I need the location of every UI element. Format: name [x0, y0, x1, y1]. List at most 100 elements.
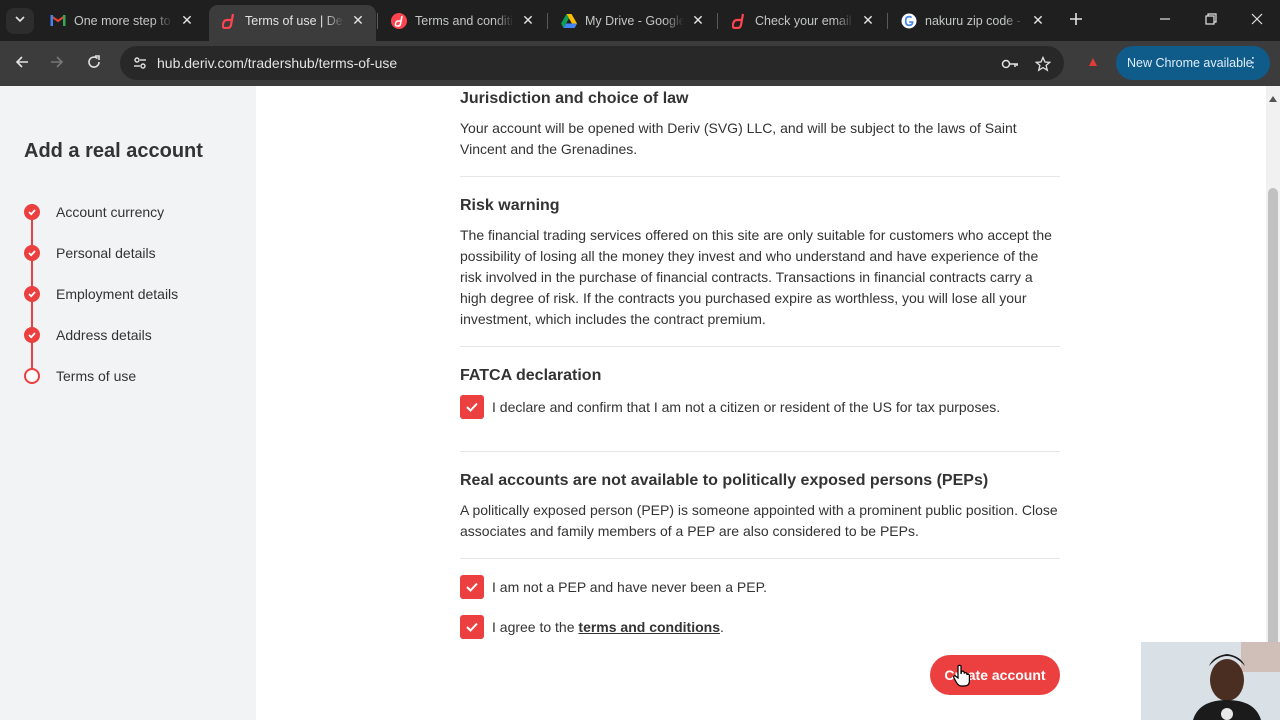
url-text: hub.deriv.com/tradershub/terms-of-use: [157, 55, 397, 71]
divider: [460, 346, 1060, 347]
close-icon[interactable]: ✕: [350, 13, 366, 29]
restore-icon: [1205, 12, 1217, 30]
step-label: Employment details: [56, 286, 178, 302]
step-personal-details: Personal details: [24, 243, 156, 263]
site-settings-icon[interactable]: [129, 52, 151, 74]
back-button[interactable]: [7, 49, 37, 79]
scroll-thumb[interactable]: [1268, 188, 1278, 648]
deriv-icon: [731, 13, 747, 29]
forward-button[interactable]: [42, 49, 72, 79]
circle-icon: [24, 368, 40, 384]
jurisdiction-text: Your account will be opened with Deriv (…: [460, 118, 1060, 160]
tab-title: Terms and conditio: [415, 14, 514, 28]
step-address-details: Address details: [24, 325, 152, 345]
new-tab-button[interactable]: [1064, 8, 1088, 32]
create-account-button[interactable]: Create account: [930, 655, 1060, 695]
fatca-title: FATCA declaration: [460, 367, 601, 385]
terms-suffix: .: [720, 619, 724, 635]
step-label: Account currency: [56, 204, 164, 220]
fatca-checkbox-row[interactable]: I declare and confirm that I am not a ci…: [460, 395, 1000, 419]
tab-terms-and-conditions[interactable]: Terms and conditio ✕: [379, 5, 546, 36]
minimize-button[interactable]: [1142, 0, 1188, 41]
step-employment-details: Employment details: [24, 284, 178, 304]
fatca-label: I declare and confirm that I am not a ci…: [492, 399, 1000, 415]
divider: [460, 558, 1060, 559]
jurisdiction-title: Jurisdiction and choice of law: [460, 90, 688, 108]
tab-check-email[interactable]: Check your email ✕: [719, 5, 886, 36]
close-icon[interactable]: ✕: [179, 13, 195, 29]
hand-cursor-icon: [952, 664, 972, 688]
terms-checkbox-row[interactable]: I agree to the terms and conditions.: [460, 615, 724, 639]
step-account-currency: Account currency: [24, 202, 164, 222]
terms-prefix: I agree to the: [492, 619, 578, 635]
wizard-title: Add a real account: [24, 140, 203, 163]
step-label: Personal details: [56, 245, 156, 261]
arrow-left-icon: [14, 54, 30, 75]
wizard-sidebar: Add a real account Account currency Pers…: [0, 86, 256, 720]
pep-checkbox[interactable]: [460, 575, 484, 599]
fatca-checkbox[interactable]: [460, 395, 484, 419]
tab-title: One more step to c: [74, 14, 173, 28]
reload-button[interactable]: [79, 49, 109, 79]
browser-toolbar: hub.deriv.com/tradershub/terms-of-use Ne…: [0, 41, 1280, 86]
tab-title: Terms of use | Deriv: [245, 14, 344, 28]
close-icon[interactable]: ✕: [520, 13, 536, 29]
pep-checkbox-row[interactable]: I am not a PEP and have never been a PEP…: [460, 575, 767, 599]
risk-warning-text: The financial trading services offered o…: [460, 225, 1060, 330]
close-icon[interactable]: ✕: [860, 13, 876, 29]
check-icon: [24, 204, 40, 220]
check-icon: [464, 579, 480, 595]
check-icon: [24, 245, 40, 261]
tab-title: My Drive - Google: [585, 14, 684, 28]
tab-search-button[interactable]: [6, 8, 34, 34]
pep-title: Real accounts are not available to polit…: [460, 472, 988, 490]
extension-icon[interactable]: [1085, 55, 1101, 71]
chrome-update-button[interactable]: New Chrome available ⋮: [1116, 46, 1270, 80]
plus-icon: [1069, 9, 1083, 32]
tab-separator: [717, 13, 718, 29]
close-icon: [1251, 12, 1263, 30]
tab-terms-of-use[interactable]: Terms of use | Deriv ✕: [209, 5, 376, 41]
google-icon: [901, 13, 917, 29]
tab-separator: [887, 13, 888, 29]
tab-my-drive[interactable]: My Drive - Google ✕: [549, 5, 716, 36]
more-menu-icon[interactable]: ⋮: [1246, 55, 1260, 69]
drive-icon: [561, 13, 577, 29]
terms-checkbox[interactable]: [460, 615, 484, 639]
tab-separator: [547, 13, 548, 29]
step-label: Address details: [56, 327, 152, 343]
tab-google-search[interactable]: nakuru zip code - G ✕: [889, 5, 1056, 36]
tab-title: nakuru zip code - G: [925, 14, 1024, 28]
divider: [460, 451, 1060, 452]
minimize-icon: [1159, 12, 1171, 30]
update-label: New Chrome available: [1127, 56, 1253, 70]
webcam-overlay: [1141, 642, 1280, 720]
tab-separator: [377, 13, 378, 29]
password-key-icon[interactable]: [1000, 54, 1020, 74]
restore-button[interactable]: [1188, 0, 1234, 41]
tab-gmail[interactable]: One more step to c ✕: [38, 5, 205, 36]
pep-text: A politically exposed person (PEP) is so…: [460, 500, 1060, 542]
step-terms-of-use: Terms of use: [24, 366, 136, 386]
reload-icon: [86, 54, 102, 75]
close-icon[interactable]: ✕: [690, 13, 706, 29]
deriv-icon: [221, 13, 237, 29]
check-icon: [464, 619, 480, 635]
pep-label: I am not a PEP and have never been a PEP…: [492, 579, 767, 595]
risk-warning-title: Risk warning: [460, 197, 560, 215]
address-bar[interactable]: hub.deriv.com/tradershub/terms-of-use: [120, 46, 1064, 80]
check-icon: [464, 399, 480, 415]
bookmark-star-icon[interactable]: [1033, 54, 1053, 74]
check-icon: [24, 327, 40, 343]
terms-link[interactable]: terms and conditions: [578, 619, 720, 635]
step-label: Terms of use: [56, 368, 136, 384]
tab-strip: One more step to c ✕ Terms of use | Deri…: [0, 0, 1280, 41]
scroll-up-icon[interactable]: [1268, 90, 1278, 98]
tab-title: Check your email: [755, 14, 854, 28]
close-window-button[interactable]: [1234, 0, 1280, 41]
vertical-scrollbar[interactable]: [1266, 86, 1280, 720]
page-content: Add a real account Account currency Pers…: [0, 86, 1280, 720]
deriv-icon: [391, 13, 407, 29]
chevron-down-icon: [14, 12, 26, 30]
close-icon[interactable]: ✕: [1030, 13, 1046, 29]
